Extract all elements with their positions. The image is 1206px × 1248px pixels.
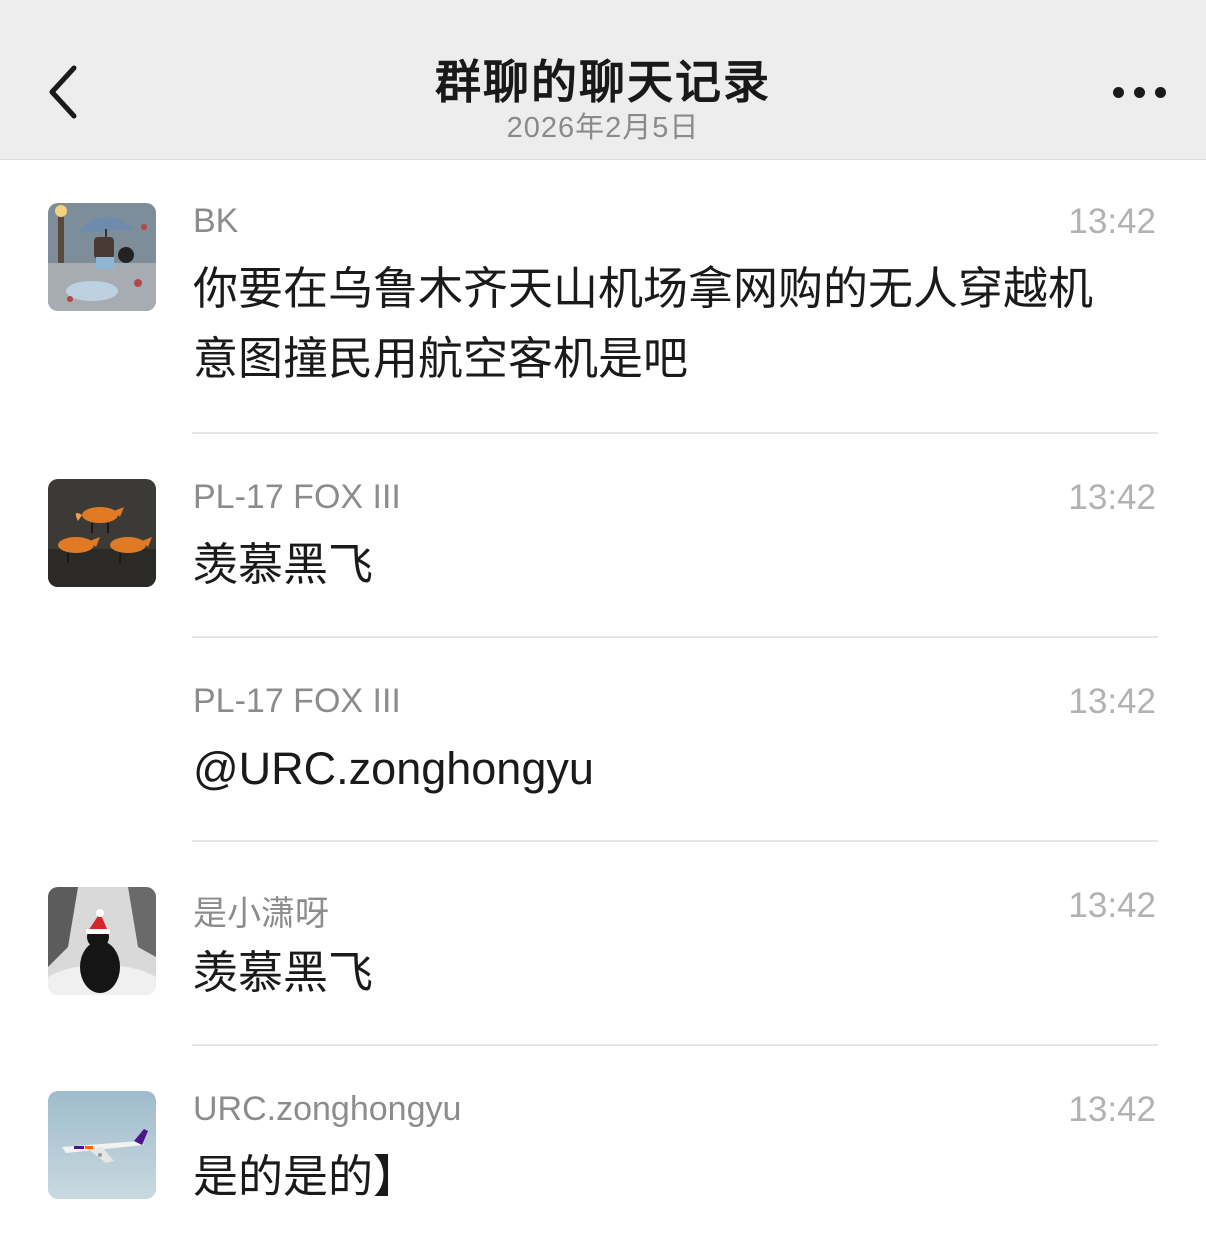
sender-name: URC.zonghongyu [193,1090,462,1128]
message-text: 你要在乌鲁木齐天山机场拿网购的无人穿越机 意图撞民用航空客机是吧 [193,254,1158,394]
avatar[interactable] [48,887,156,995]
message-item[interactable]: BK 13:42 你要在乌鲁木齐天山机场拿网购的无人穿越机 意图撞民用航空客机是… [0,160,1206,434]
more-dot [1155,86,1166,98]
message-time: 13:42 [1068,886,1156,925]
more-dot [1134,86,1145,98]
avatar-image [48,887,156,995]
message-item[interactable]: PL-17 FOX III 13:42 羡慕黑飞 [0,434,1206,638]
sender-name: BK [193,202,239,240]
avatar-image [48,203,156,311]
message-text-line: 你要在乌鲁木齐天山机场拿网购的无人穿越机 [193,263,1094,314]
avatar-image [48,479,156,587]
page-subtitle-date: 2026年2月5日 [506,112,700,144]
avatar[interactable] [48,1091,156,1199]
message-text: 羡慕黑飞 [193,947,374,998]
message-text-line: 意图撞民用航空客机是吧 [193,333,689,384]
more-horizontal-icon [1113,86,1124,98]
message-text: 是的是的】 [193,1151,419,1202]
message-text: 羡慕黑飞 [193,539,374,590]
message-time: 13:42 [1068,1090,1156,1129]
sender-name: PL-17 FOX III [193,682,401,720]
message-item[interactable]: 是小潇呀 13:42 羡慕黑飞 [0,842,1206,1046]
more-button[interactable] [1076,70,1166,114]
avatar[interactable] [48,203,156,311]
sender-name: PL-17 FOX III [193,478,401,516]
avatar-image [48,1091,156,1199]
sender-name: 是小潇呀 [193,895,329,933]
message-time: 13:42 [1068,478,1156,517]
nav-header: 群聊的聊天记录 2026年2月5日 [0,0,1206,160]
message-item[interactable]: PL-17 FOX III 13:42 @URC.zonghongyu [0,638,1206,842]
message-item[interactable]: URC.zonghongyu 13:42 是的是的】 [0,1046,1206,1248]
avatar[interactable] [48,479,156,587]
message-time: 13:42 [1068,202,1156,241]
message-time: 13:42 [1068,682,1156,721]
message-text: @URC.zonghongyu [193,743,594,794]
page-title: 群聊的聊天记录 [435,56,771,108]
